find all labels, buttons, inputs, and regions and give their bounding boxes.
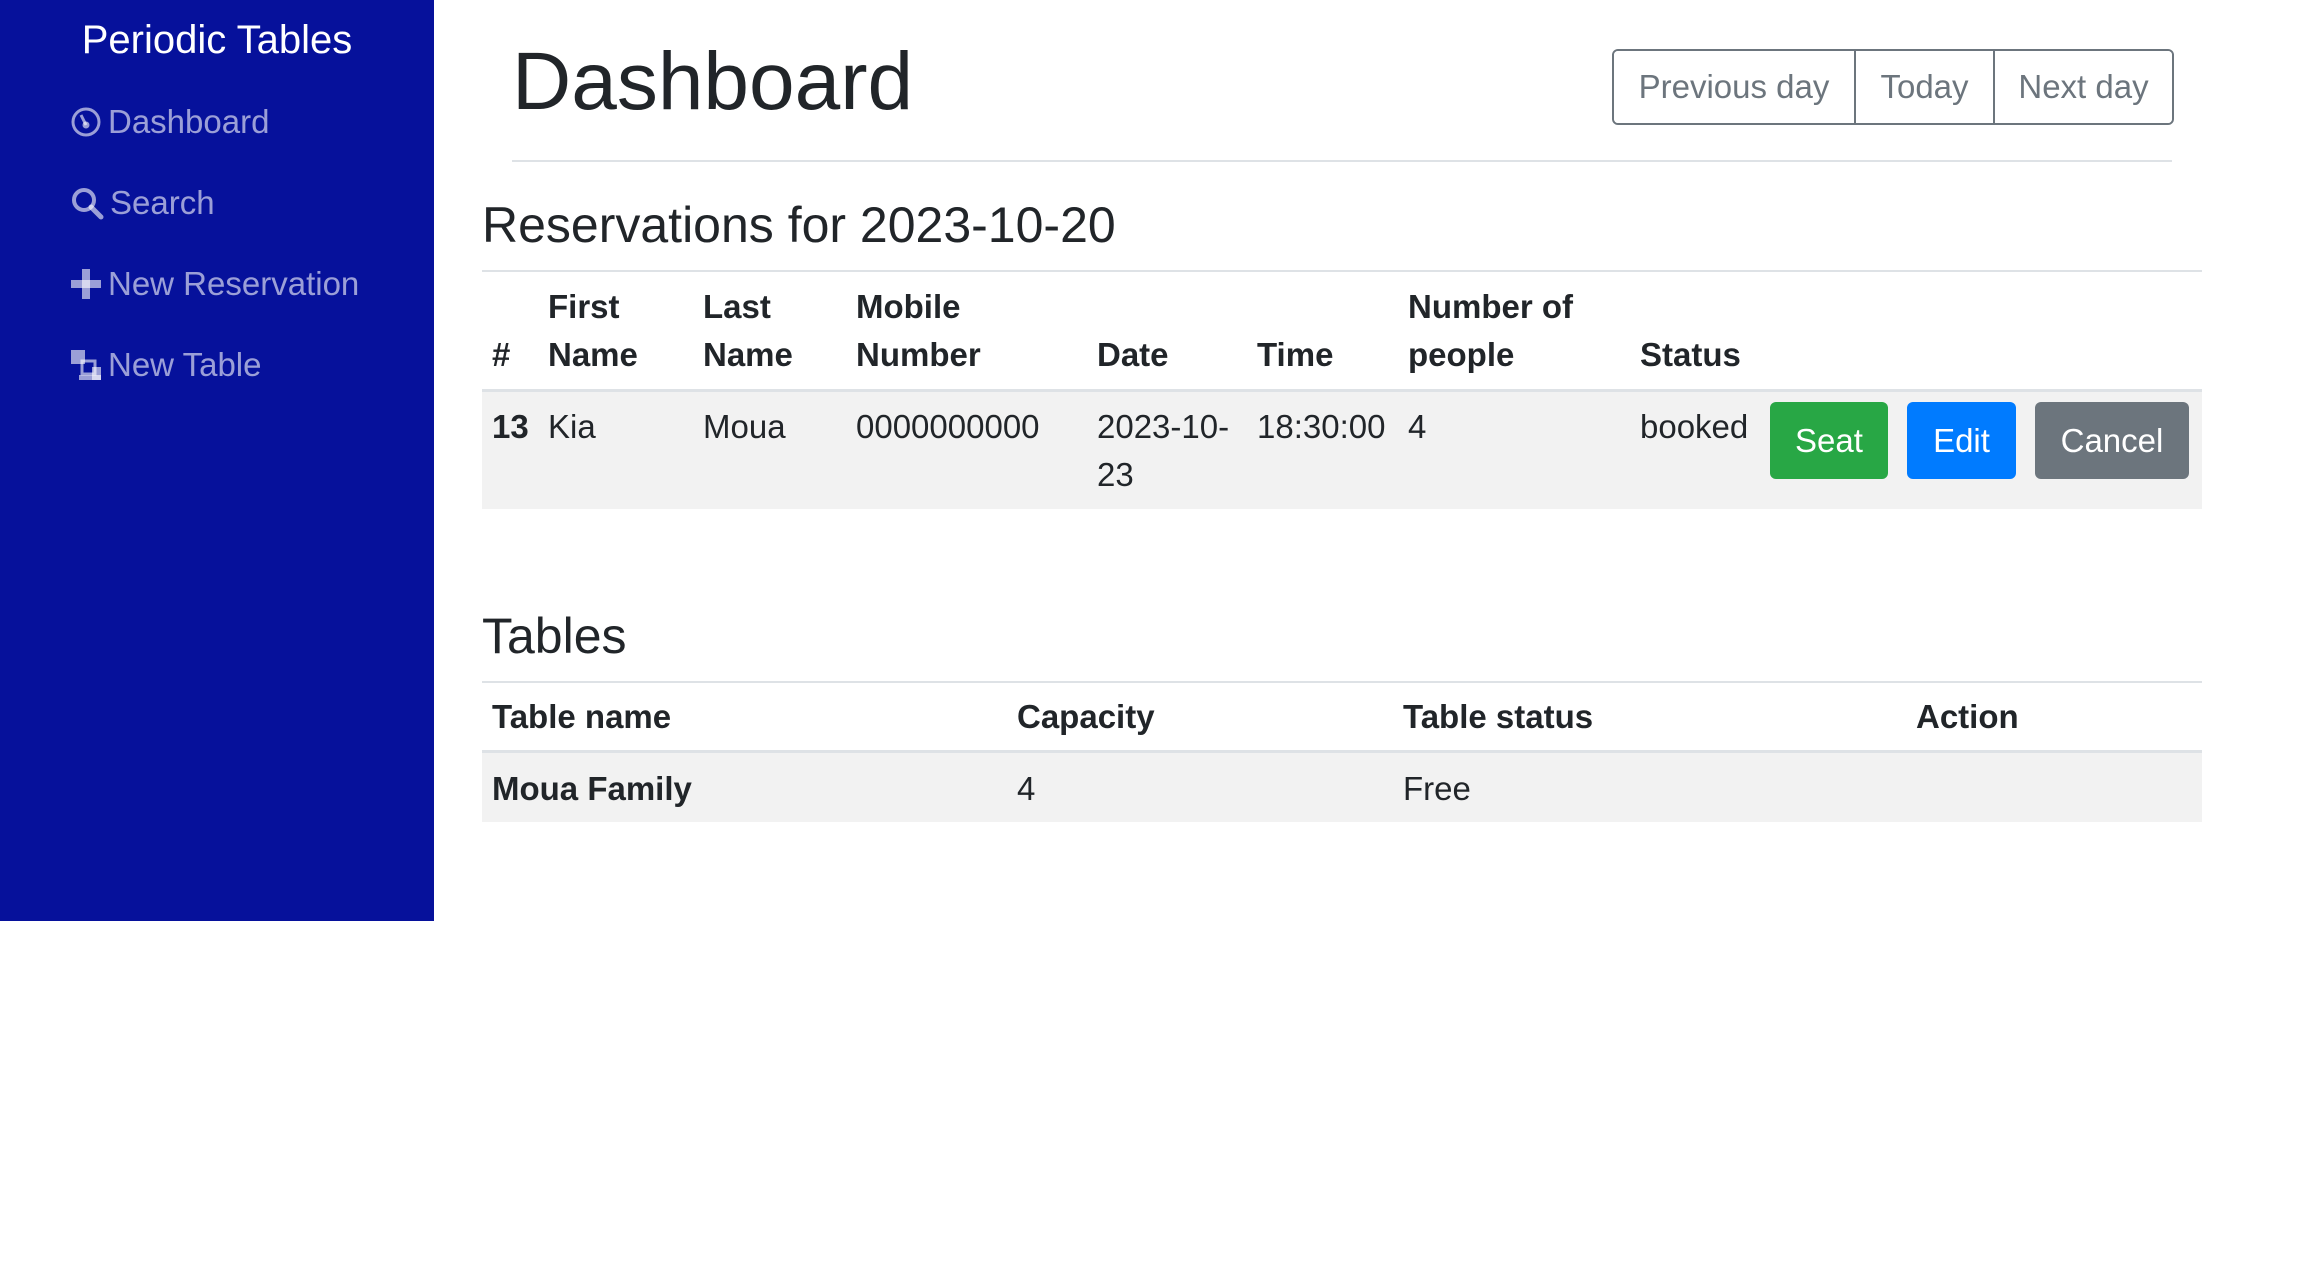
reservation-last-name: Moua: [703, 408, 786, 445]
tables-title: Tables: [482, 608, 627, 664]
column-header-status: Status: [1640, 336, 1741, 373]
column-header-table-status: Table status: [1403, 698, 1594, 735]
reservation-id: 13: [492, 408, 529, 445]
plus-icon: [70, 268, 108, 300]
new-table-icon: [70, 349, 108, 381]
table-status: Free: [1403, 770, 1471, 807]
reservation-status: booked: [1640, 408, 1749, 445]
table-capacity: 4: [1017, 770, 1036, 807]
previous-day-button[interactable]: Previous day: [1614, 51, 1854, 123]
edit-button[interactable]: Edit: [1907, 402, 2016, 479]
table-row: [482, 753, 2202, 822]
seat-button[interactable]: Seat: [1770, 402, 1888, 479]
reservation-first-name: Kia: [548, 408, 596, 445]
tables-table-top-border: [482, 681, 2202, 683]
next-day-button[interactable]: Next day: [1993, 51, 2172, 123]
reservation-people: 4: [1408, 408, 1427, 445]
column-header-number: #: [492, 336, 511, 373]
reservation-mobile: 0000000000: [856, 408, 1040, 445]
column-header-action: Action: [1916, 698, 2019, 735]
sidebar-item-new-table[interactable]: New Table: [70, 340, 261, 390]
today-button[interactable]: Today: [1854, 51, 1993, 123]
reservations-title: Reservations for 2023-10-20: [482, 197, 1116, 253]
reservations-table-top-border: [482, 270, 2202, 272]
app-title[interactable]: Periodic Tables: [0, 14, 434, 66]
sidebar-item-label: New Table: [108, 346, 262, 383]
sidebar: Periodic Tables Dashboard Search New Res…: [0, 0, 434, 921]
column-header-date: Date: [1097, 336, 1169, 373]
sidebar-item-search[interactable]: Search: [70, 178, 215, 228]
column-header-capacity: Capacity: [1017, 698, 1155, 735]
search-icon: [70, 186, 110, 220]
date-navigation: Previous day Today Next day: [1612, 49, 2174, 125]
page-title: Dashboard: [512, 36, 914, 127]
sidebar-item-dashboard[interactable]: Dashboard: [70, 97, 269, 147]
column-header-mobile: Mobile Number: [856, 288, 981, 373]
sidebar-item-label: Dashboard: [108, 103, 270, 140]
dashboard-icon: [70, 106, 108, 138]
column-header-first-name: First Name: [548, 288, 638, 373]
sidebar-item-new-reservation[interactable]: New Reservation: [70, 259, 359, 309]
reservation-date: 2023-10- 23: [1097, 408, 1230, 493]
column-header-people: Number of people: [1408, 288, 1573, 373]
sidebar-item-label: New Reservation: [108, 265, 360, 302]
header-divider: [512, 160, 2172, 162]
column-header-time: Time: [1257, 336, 1334, 373]
table-name: Moua Family: [492, 770, 692, 807]
column-header-last-name: Last Name: [703, 288, 793, 373]
sidebar-item-label: Search: [110, 184, 215, 221]
reservation-time: 18:30:00: [1257, 408, 1386, 445]
cancel-button[interactable]: Cancel: [2035, 402, 2189, 479]
column-header-table-name: Table name: [492, 698, 672, 735]
